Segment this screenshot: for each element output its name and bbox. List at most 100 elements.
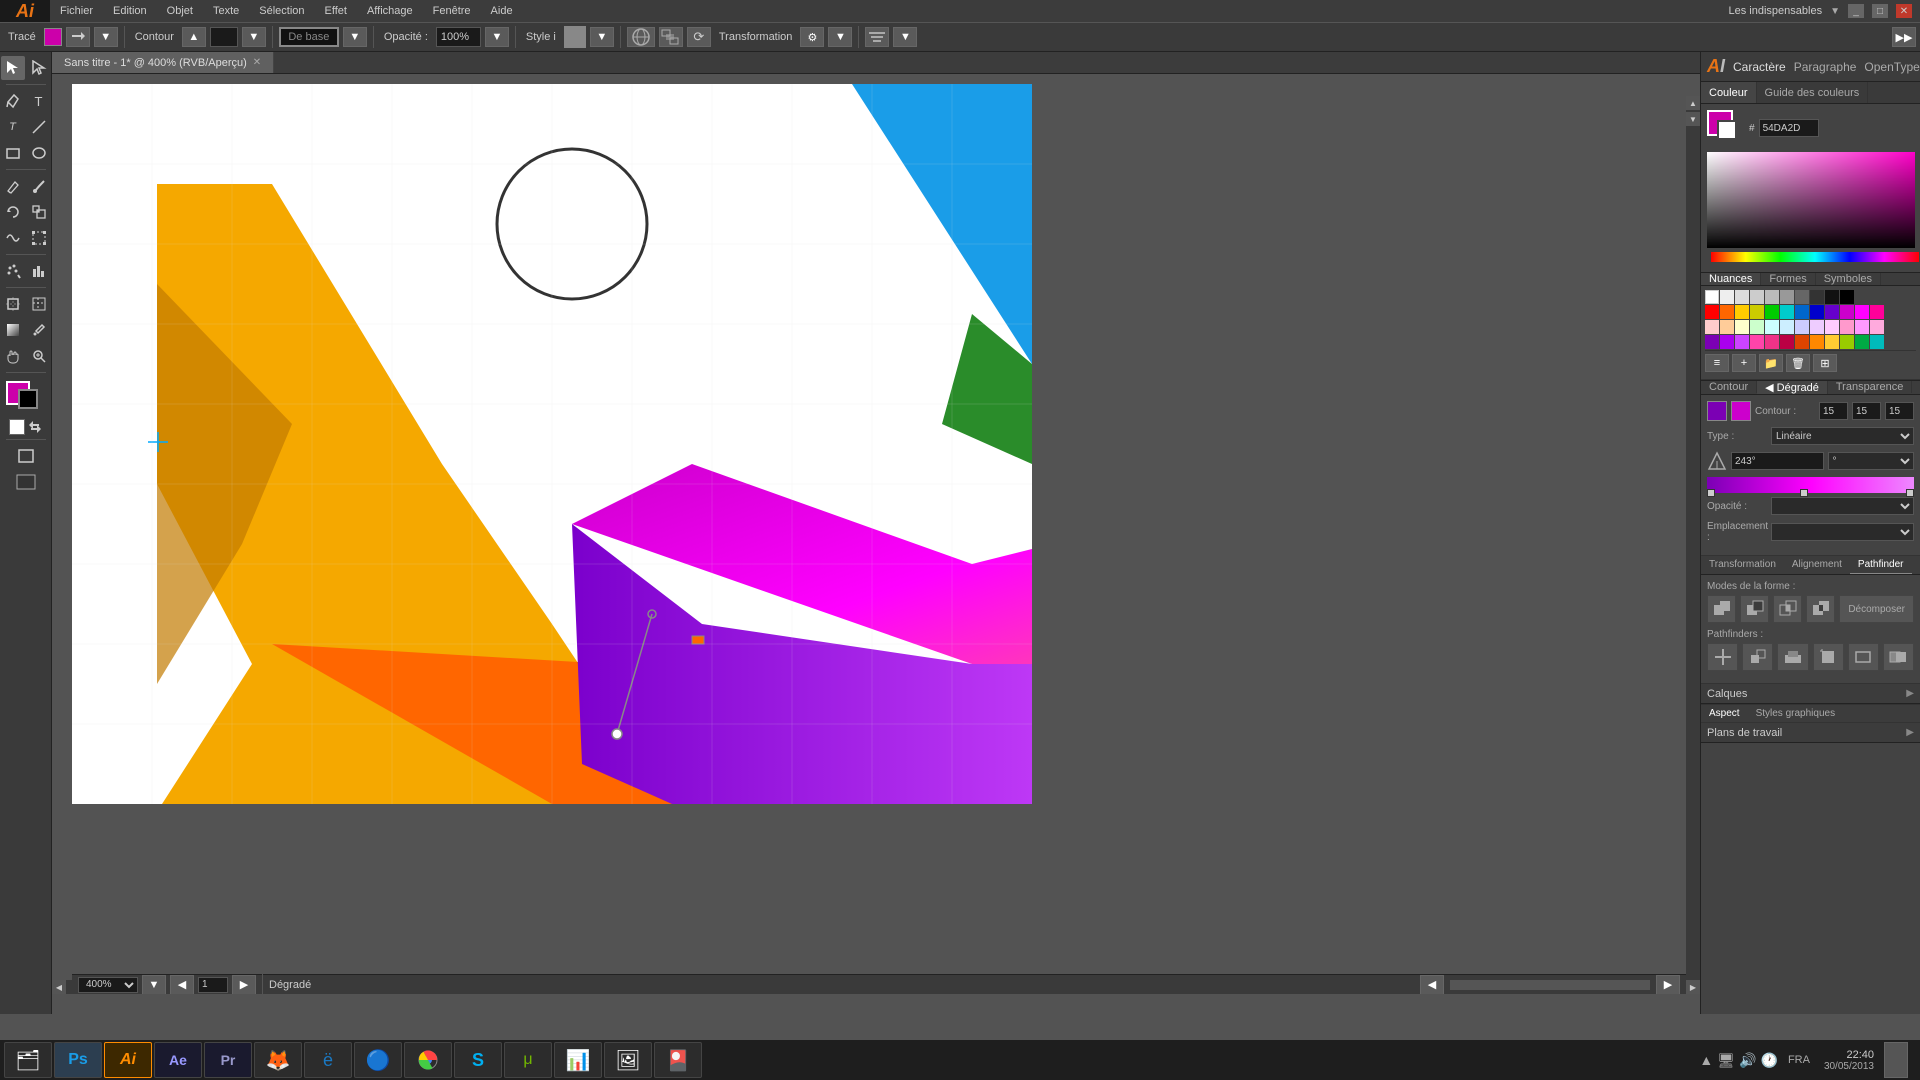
extra-btn1[interactable] bbox=[865, 27, 889, 47]
workspace-arrow[interactable]: ▼ bbox=[1830, 6, 1840, 17]
swatch-gray3[interactable] bbox=[1750, 290, 1764, 304]
couleur-tab[interactable]: Couleur bbox=[1701, 82, 1757, 103]
swatch-purple[interactable] bbox=[1825, 305, 1839, 319]
page-input[interactable] bbox=[198, 977, 228, 993]
taskbar-app11[interactable]: 📊 bbox=[554, 1042, 602, 1078]
rect-tool[interactable] bbox=[1, 141, 25, 165]
swatch-fuchsia[interactable] bbox=[1855, 305, 1869, 319]
symbol-spray-tool[interactable] bbox=[1, 259, 25, 283]
stroke-dropdown[interactable]: ▼ bbox=[343, 27, 367, 47]
swatch-peach[interactable] bbox=[1720, 320, 1734, 334]
taskbar-illustrator[interactable]: Ai bbox=[104, 1042, 152, 1078]
pencil-tool[interactable] bbox=[1, 174, 25, 198]
transformation-more[interactable]: ▼ bbox=[828, 27, 852, 47]
swatch-violet[interactable] bbox=[1720, 335, 1734, 349]
grad-bar-stop-1[interactable] bbox=[1707, 489, 1715, 497]
swatch-lime[interactable] bbox=[1840, 335, 1854, 349]
contour-val2[interactable] bbox=[1852, 402, 1881, 420]
swatch-gray5[interactable] bbox=[1780, 290, 1794, 304]
zoom-tool[interactable] bbox=[27, 344, 51, 368]
menu-edition[interactable]: Edition bbox=[103, 0, 157, 22]
fill-color-box[interactable] bbox=[44, 28, 62, 46]
formes-tab[interactable]: Formes bbox=[1761, 273, 1815, 285]
opacite-input[interactable] bbox=[436, 27, 481, 47]
color-spectrum[interactable] bbox=[1707, 152, 1915, 248]
caractere-tab[interactable]: Caractère bbox=[1733, 60, 1786, 74]
canvas-vscroll[interactable]: ▲ ▼ bbox=[1686, 96, 1700, 980]
panel-toggle[interactable]: ▶▶ bbox=[1892, 27, 1916, 47]
status-scroll-left[interactable]: ◀ bbox=[1420, 975, 1444, 995]
taskbar-app13[interactable]: 🎴 bbox=[654, 1042, 702, 1078]
status-scroll-track[interactable] bbox=[1450, 980, 1650, 990]
aspect-tab[interactable]: Aspect bbox=[1701, 705, 1748, 722]
opacite-select[interactable] bbox=[1771, 497, 1914, 515]
grad-bar-stop-2[interactable] bbox=[1800, 489, 1808, 497]
trace-dropdown[interactable]: ▼ bbox=[94, 27, 118, 47]
mode-intersect[interactable] bbox=[1773, 595, 1802, 623]
menu-objet[interactable]: Objet bbox=[157, 0, 203, 22]
swatch-blue[interactable] bbox=[1795, 305, 1809, 319]
transformation-tab[interactable]: Transformation bbox=[1701, 556, 1784, 574]
opacite-dropdown[interactable]: ▼ bbox=[485, 27, 509, 47]
type-select[interactable]: Linéaire bbox=[1771, 427, 1914, 445]
swatch-gray2[interactable] bbox=[1735, 290, 1749, 304]
pf-crop[interactable] bbox=[1813, 643, 1844, 671]
swatch-magenta[interactable] bbox=[1840, 305, 1854, 319]
swatch-olive[interactable] bbox=[1750, 305, 1764, 319]
nuances-menu[interactable]: ≡ bbox=[1705, 354, 1729, 372]
extra-btn2[interactable]: ▼ bbox=[893, 27, 917, 47]
hand-tool[interactable] bbox=[1, 344, 25, 368]
swatch-medpurple[interactable] bbox=[1735, 335, 1749, 349]
swatch-white[interactable] bbox=[1705, 290, 1719, 304]
swatch-black[interactable] bbox=[1840, 290, 1854, 304]
gradient-bar[interactable] bbox=[1707, 477, 1914, 493]
taskbar-firefox[interactable]: 🦊 bbox=[254, 1042, 302, 1078]
column-graph-tool[interactable] bbox=[27, 259, 51, 283]
tray-network[interactable]: 🖥 bbox=[1717, 1052, 1735, 1069]
grad-stop-1[interactable] bbox=[1707, 401, 1727, 421]
emplacement-select[interactable] bbox=[1771, 523, 1914, 541]
swatch-lightblue[interactable] bbox=[1780, 320, 1794, 334]
pathfinder-tab[interactable]: Pathfinder bbox=[1850, 556, 1912, 574]
nuances-new[interactable]: + bbox=[1732, 354, 1756, 372]
taskbar-aftereffects[interactable]: Ae bbox=[154, 1042, 202, 1078]
warp-tool[interactable] bbox=[1, 226, 25, 250]
taskbar-utorrent[interactable]: μ bbox=[504, 1042, 552, 1078]
mode-unite[interactable] bbox=[1707, 595, 1736, 623]
free-transform-tool[interactable] bbox=[27, 226, 51, 250]
hscroll-right[interactable]: ▶ bbox=[1686, 980, 1700, 994]
stroke-box[interactable] bbox=[1717, 120, 1737, 140]
taskbar-chrome[interactable] bbox=[404, 1042, 452, 1078]
transparence-tab[interactable]: Transparence bbox=[1828, 381, 1912, 393]
prev-page[interactable]: ◀ bbox=[170, 975, 194, 995]
taskbar-skype[interactable]: S bbox=[454, 1042, 502, 1078]
pf-minus-back[interactable] bbox=[1883, 643, 1914, 671]
contour-tab-dg[interactable]: Contour bbox=[1701, 381, 1757, 393]
swatch-lightcyan[interactable] bbox=[1765, 320, 1779, 334]
line-tool[interactable] bbox=[27, 115, 51, 139]
vscroll-down[interactable]: ▼ bbox=[1686, 112, 1700, 126]
swatch-pink[interactable] bbox=[1870, 305, 1884, 319]
maximize-button[interactable]: □ bbox=[1872, 4, 1888, 18]
swatch-orange[interactable] bbox=[1720, 305, 1734, 319]
contour-up[interactable]: ▲ bbox=[182, 27, 206, 47]
pf-trim[interactable] bbox=[1742, 643, 1773, 671]
eyedropper-tool[interactable] bbox=[27, 318, 51, 342]
swap-colors-icon[interactable] bbox=[27, 419, 43, 435]
workspace-dropdown[interactable]: Les indispensables bbox=[1729, 5, 1823, 17]
style-dropdown[interactable]: ▼ bbox=[590, 27, 614, 47]
mode-minus-front[interactable] bbox=[1740, 595, 1769, 623]
slice-tool[interactable] bbox=[27, 292, 51, 316]
style-box[interactable] bbox=[564, 26, 586, 48]
swatch-teal[interactable] bbox=[1870, 335, 1884, 349]
show-desktop-btn[interactable] bbox=[1884, 1042, 1908, 1078]
swatch-deeppurple[interactable] bbox=[1705, 335, 1719, 349]
swatch-gray7[interactable] bbox=[1810, 290, 1824, 304]
stroke-swatch[interactable] bbox=[18, 389, 38, 409]
hscroll-left[interactable]: ◀ bbox=[52, 980, 66, 994]
swatch-lilac[interactable] bbox=[1810, 320, 1824, 334]
swatch-cerise[interactable] bbox=[1765, 335, 1779, 349]
arrange-btn[interactable] bbox=[659, 27, 683, 47]
swatch-green[interactable] bbox=[1765, 305, 1779, 319]
guide-couleurs-tab[interactable]: Guide des couleurs bbox=[1757, 82, 1869, 103]
